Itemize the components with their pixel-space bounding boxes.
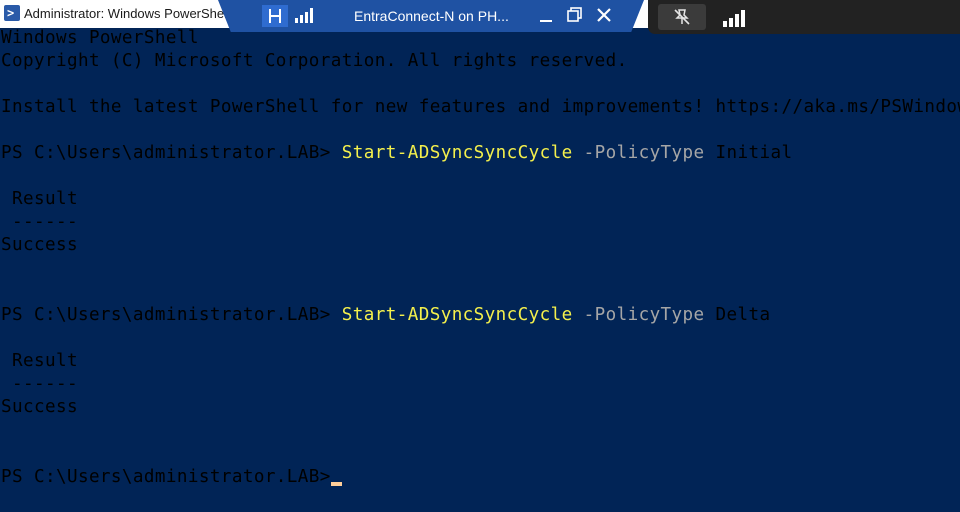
install-message: Install the latest PowerShell for new fe… [1, 97, 960, 117]
text-cursor [331, 482, 342, 486]
parameter-value: Initial [715, 143, 793, 163]
cmdlet-name: Start-ADSyncSyncCycle [341, 143, 573, 163]
parameter-value: Delta [715, 305, 771, 325]
window-title: Administrator: Windows PowerShell [24, 6, 226, 21]
cmdlet-name: Start-ADSyncSyncCycle [341, 305, 573, 325]
powershell-icon: > [4, 5, 20, 21]
signal-strength-icon[interactable] [722, 8, 748, 28]
header-line: Windows PowerShell [1, 28, 199, 48]
result-header: Result [1, 189, 78, 209]
signal-strength-icon[interactable] [294, 6, 316, 24]
result-value: Success [1, 235, 78, 255]
result-header: Result [1, 351, 78, 371]
parameter-name: -PolicyType [583, 143, 705, 163]
connection-name: EntraConnect-N on PH... [354, 8, 509, 24]
command-line: PS C:\Users\administrator.LAB> Start-ADS… [1, 304, 771, 326]
unpin-button[interactable] [658, 4, 706, 30]
unpin-icon [674, 9, 690, 25]
result-divider: ------ [1, 374, 78, 394]
minimize-icon[interactable] [538, 8, 554, 24]
pin-button[interactable] [262, 5, 288, 27]
pin-icon [269, 9, 281, 23]
prompt: PS C:\Users\administrator.LAB> [1, 305, 342, 325]
parameter-name: -PolicyType [583, 305, 705, 325]
close-icon[interactable] [596, 7, 612, 23]
active-prompt: PS C:\Users\administrator.LAB> [1, 467, 342, 487]
prompt: PS C:\Users\administrator.LAB> [1, 143, 342, 163]
copyright-line: Copyright (C) Microsoft Corporation. All… [1, 51, 628, 71]
result-value: Success [1, 397, 78, 417]
restore-icon[interactable] [566, 6, 584, 24]
result-divider: ------ [1, 212, 78, 232]
command-line: PS C:\Users\administrator.LAB> Start-ADS… [1, 142, 792, 164]
